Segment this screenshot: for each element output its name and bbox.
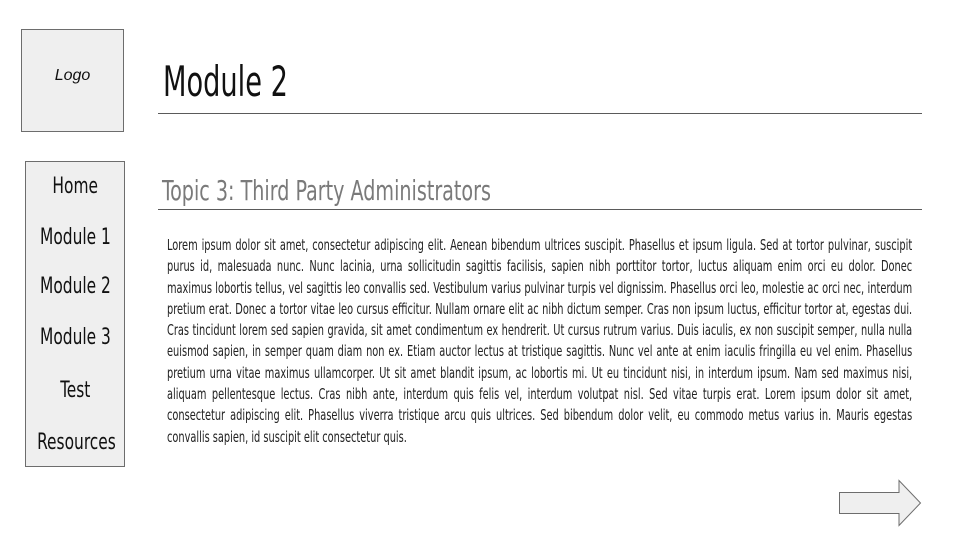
sidebar-item-resources[interactable]: Resources [26,430,124,456]
body-text: Lorem ipsum dolor sit amet, consectetur … [167,236,913,446]
sidebar-item-home[interactable]: Home [26,174,124,200]
sidebar-item-label: Module 2 [39,274,111,299]
sidebar-item-label: Module 1 [39,225,111,250]
sidebar-item-label: Module 3 [39,325,111,350]
sidebar-item-test[interactable]: Test [26,378,124,404]
sidebar-item-module-1[interactable]: Module 1 [26,225,124,251]
right-arrow-icon[interactable] [838,479,922,527]
sidebar-item-module-3[interactable]: Module 3 [26,325,124,351]
title-divider [158,113,922,114]
topic-divider [158,209,922,210]
sidebar-nav: Home Module 1 Module 2 Module 3 Test Res… [25,161,125,467]
sidebar-item-module-2[interactable]: Module 2 [26,274,124,300]
logo-label: Logo [54,66,91,84]
topic-title: Topic 3: Third Party Administrators [162,174,491,207]
sidebar-item-label: Test [59,378,91,403]
logo: Logo [21,29,124,132]
body-text-container: Lorem ipsum dolor sit amet, consectetur … [167,235,913,485]
sidebar-item-label: Resources [37,430,116,455]
page-title: Module 2 [163,57,288,106]
sidebar-item-label: Home [52,174,98,199]
